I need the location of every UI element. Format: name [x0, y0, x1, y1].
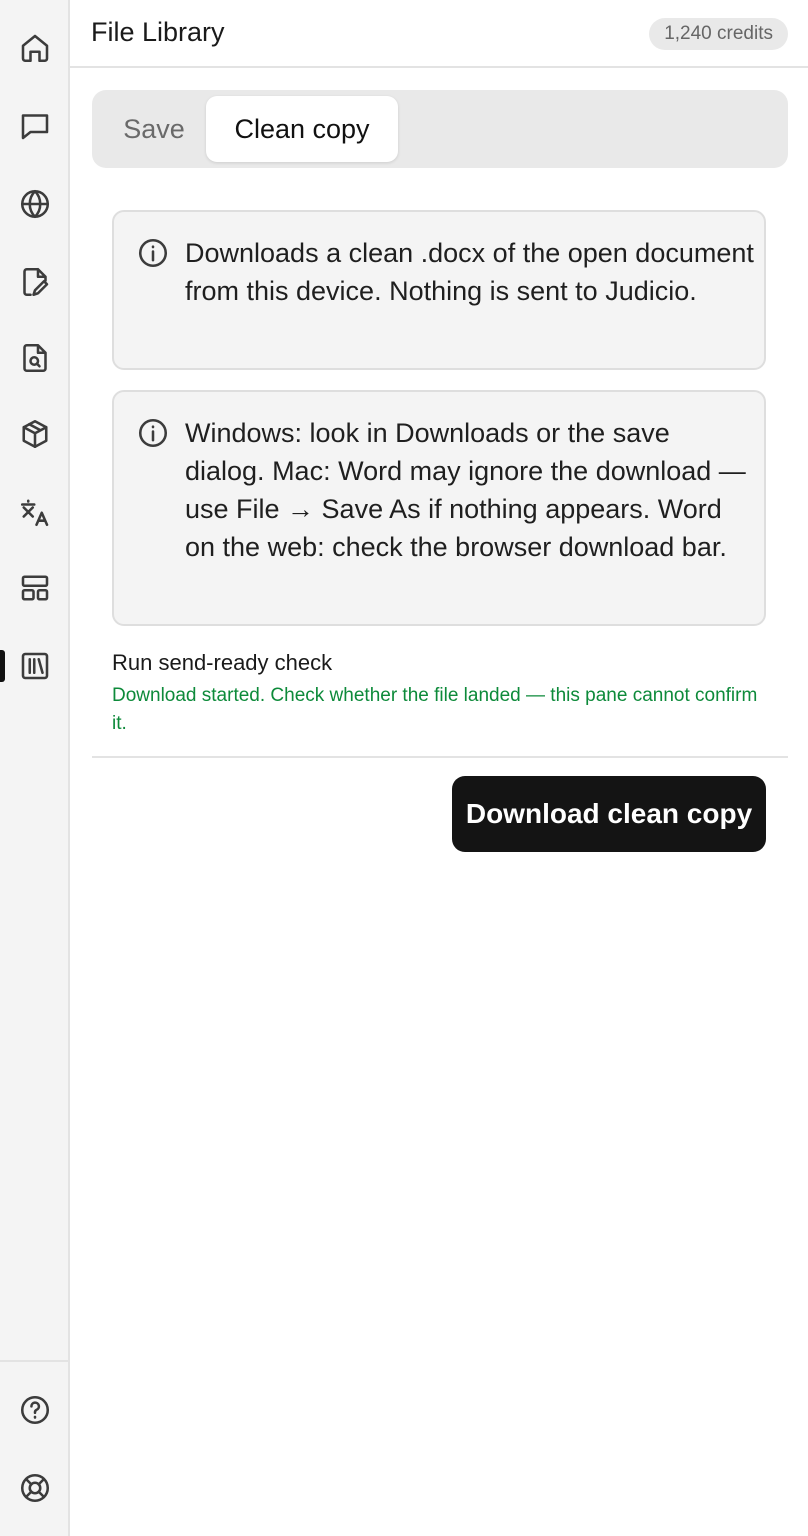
- tab-clean-copy[interactable]: Clean copy: [206, 96, 398, 162]
- download-clean-copy-button[interactable]: Download clean copy: [452, 776, 766, 852]
- info-icon: [136, 416, 170, 450]
- send-ready-check-label: Run send-ready check: [112, 650, 333, 675]
- document-search-icon: [23, 343, 47, 373]
- package-icon: [22, 419, 48, 449]
- sidebar-item-home[interactable]: [0, 20, 70, 76]
- sidebar-item-review[interactable]: [0, 330, 70, 386]
- sidebar-item-templates[interactable]: [0, 560, 70, 616]
- layout-icon: [21, 575, 49, 601]
- sidebar-item-library[interactable]: [0, 638, 70, 694]
- sidebar-item-translate[interactable]: [0, 484, 70, 540]
- credits-badge: 1,240 credits: [649, 18, 788, 50]
- status-message: Download started. Check whether the file…: [112, 685, 758, 734]
- page-title: File Library: [91, 17, 225, 47]
- help-icon: [20, 1395, 50, 1425]
- sidebar-item-help[interactable]: [0, 1382, 70, 1438]
- sidebar-item-web[interactable]: [0, 176, 70, 232]
- sidebar: [0, 0, 70, 1536]
- sidebar-item-draft[interactable]: [0, 254, 70, 310]
- header: File Library 1,240 credits: [70, 0, 808, 68]
- sidebar-item-chat[interactable]: [0, 98, 70, 154]
- sidebar-divider: [0, 1360, 68, 1362]
- info-icon: [136, 236, 170, 270]
- home-icon: [21, 34, 49, 63]
- sidebar-item-support[interactable]: [0, 1460, 70, 1516]
- support-icon: [20, 1473, 50, 1503]
- tab-save[interactable]: Save: [102, 96, 206, 162]
- tab-bar: Save Clean copy: [92, 90, 788, 168]
- chat-icon: [21, 114, 49, 140]
- document-edit-icon: [23, 267, 49, 297]
- translate-icon: [20, 499, 49, 527]
- sidebar-item-packages[interactable]: [0, 406, 70, 462]
- library-icon: [21, 652, 49, 680]
- info-text: Windows: look in Downloads or the save d…: [185, 418, 746, 562]
- globe-icon: [20, 189, 50, 219]
- info-text: Downloads a clean .docx of the open docu…: [185, 238, 754, 306]
- divider: [92, 756, 788, 758]
- info-box-clean-docx: Downloads a clean .docx of the open docu…: [112, 210, 766, 370]
- info-box-download-location: Windows: look in Downloads or the save d…: [112, 390, 766, 626]
